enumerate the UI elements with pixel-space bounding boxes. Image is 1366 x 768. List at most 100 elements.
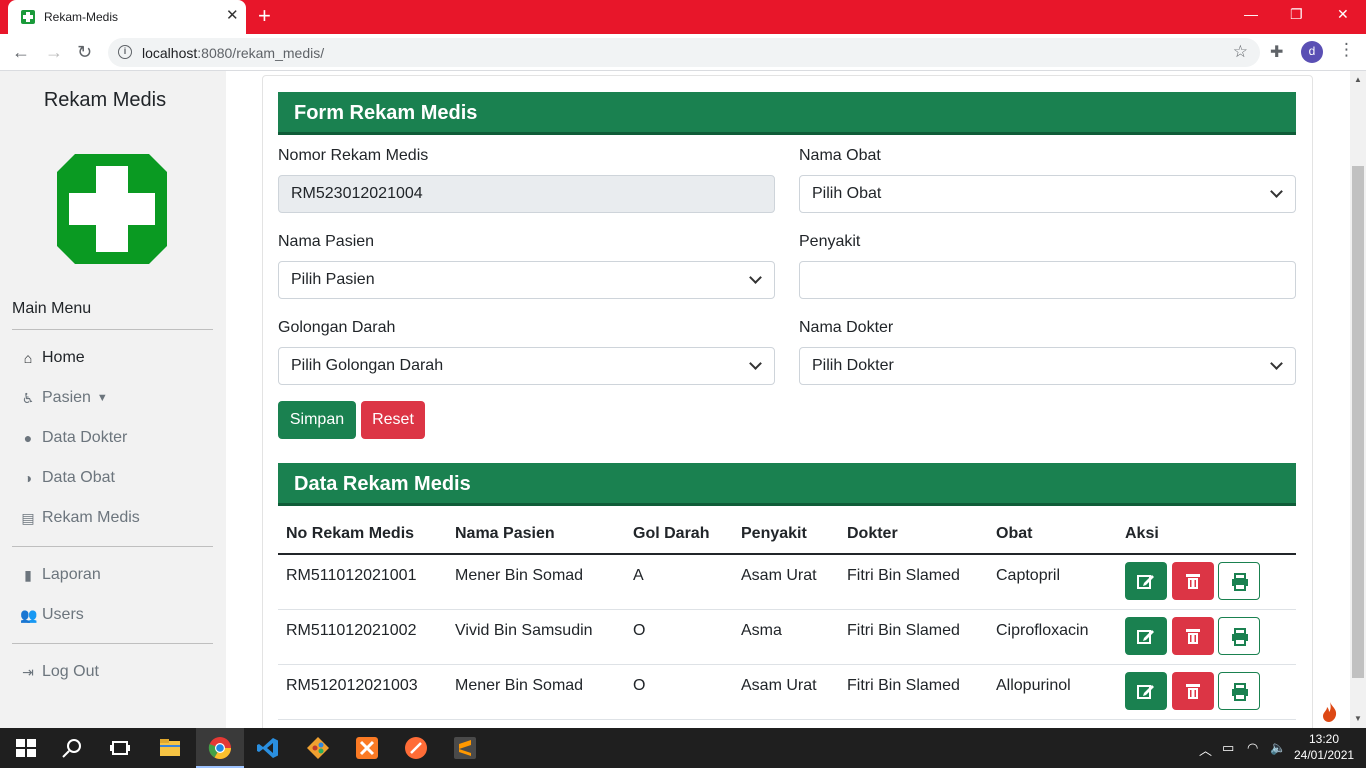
page-scrollbar[interactable]: ▲ ▼ — [1350, 71, 1366, 728]
browser-toolbar: ← → ↻ i localhost:8080/rekam_medis/ ☆ — [0, 34, 1366, 71]
sidebar-item-label: Rekam Medis — [42, 509, 140, 526]
sidebar-item-users[interactable]: 👥 Users — [20, 606, 84, 624]
column-header-dokter: Dokter — [847, 525, 898, 542]
sidebar-item-data-dokter[interactable]: ● Data Dokter — [20, 429, 128, 447]
profile-avatar[interactable]: d — [1301, 41, 1323, 63]
cell-obat: Ciprofloxacin — [996, 622, 1089, 639]
task-view-icon[interactable] — [108, 736, 132, 760]
edit-icon — [1137, 630, 1154, 644]
delete-button[interactable] — [1172, 617, 1214, 655]
medical-cross-logo — [57, 154, 167, 264]
battery-icon[interactable]: ▭ — [1222, 740, 1234, 756]
nomor-rekam-medis-field[interactable]: RM523012021004 — [278, 175, 775, 213]
sidebar: Rekam Medis Main Menu ⌂ Home ♿ Pasien ▼ … — [0, 71, 226, 728]
edit-icon — [1137, 685, 1154, 699]
sidebar-item-rekam-medis[interactable]: ▤ Rekam Medis — [20, 509, 140, 527]
codeigniter-flame-icon[interactable] — [1320, 701, 1340, 723]
nama-pasien-label: Nama Pasien — [278, 233, 375, 250]
page-viewport: Rekam Medis Main Menu ⌂ Home ♿ Pasien ▼ … — [0, 71, 1350, 728]
bookmark-star-icon[interactable]: ☆ — [1233, 42, 1248, 62]
scroll-up-arrow-icon[interactable]: ▲ — [1354, 75, 1362, 84]
cell-penyakit: Asam Urat — [741, 567, 817, 584]
sidebar-item-pasien[interactable]: ♿ Pasien ▼ — [20, 389, 108, 407]
edit-button[interactable] — [1125, 617, 1167, 655]
windows-start-icon[interactable] — [14, 736, 38, 760]
sidebar-item-data-obat[interactable]: ◑ Data Obat — [20, 469, 115, 487]
simpan-button[interactable]: Simpan — [278, 401, 356, 439]
sidebar-item-label: Data Obat — [42, 469, 115, 486]
vscode-icon[interactable] — [256, 736, 280, 760]
trash-icon — [1186, 574, 1200, 589]
user-doctor-icon: ● — [23, 430, 33, 446]
edit-button[interactable] — [1125, 562, 1167, 600]
forward-icon[interactable]: → — [45, 41, 63, 63]
print-button[interactable] — [1218, 562, 1260, 600]
sidebar-item-label: Log Out — [42, 663, 99, 680]
site-info-icon[interactable]: i — [118, 45, 132, 59]
reset-button[interactable]: Reset — [361, 401, 425, 439]
scrollbar-thumb[interactable] — [1352, 166, 1364, 678]
file-icon: ▮ — [24, 566, 32, 583]
table-header-divider — [278, 553, 1296, 555]
sidebar-item-home[interactable]: ⌂ Home — [20, 349, 85, 367]
home-icon: ⌂ — [23, 350, 33, 366]
penyakit-field[interactable] — [799, 261, 1296, 299]
close-tab-icon[interactable]: ✕ — [226, 7, 239, 25]
golongan-darah-select[interactable]: Pilih Golongan Darah — [278, 347, 775, 385]
cell-nama-pasien: Mener Bin Somad — [455, 677, 584, 694]
cell-no-rekam-medis: RM512012021003 — [286, 677, 418, 694]
sublime-text-icon[interactable] — [453, 736, 477, 760]
new-tab-icon[interactable]: + — [258, 3, 271, 29]
chevron-down-icon — [749, 271, 762, 284]
scroll-down-arrow-icon[interactable]: ▼ — [1354, 714, 1362, 723]
edit-button[interactable] — [1125, 672, 1167, 710]
extensions-puzzle-icon[interactable]: ✚ — [1270, 42, 1283, 62]
delete-button[interactable] — [1172, 562, 1214, 600]
golongan-darah-selected: Pilih Golongan Darah — [291, 357, 444, 374]
chevron-down-icon — [749, 357, 762, 370]
print-button[interactable] — [1218, 617, 1260, 655]
sidebar-item-label: Laporan — [42, 566, 101, 583]
minimize-icon[interactable]: — — [1244, 4, 1258, 24]
search-icon[interactable] — [60, 736, 84, 760]
nama-dokter-select[interactable]: Pilih Dokter — [799, 347, 1296, 385]
sidebar-item-label: Pasien — [42, 389, 91, 406]
user-injured-icon: ♿ — [21, 389, 35, 406]
golongan-darah-label: Golongan Darah — [278, 319, 396, 336]
file-explorer-icon[interactable] — [158, 736, 182, 760]
browser-menu-icon[interactable]: ⋮ — [1338, 40, 1355, 60]
nama-pasien-select[interactable]: Pilih Pasien — [278, 261, 775, 299]
delete-button[interactable] — [1172, 672, 1214, 710]
restore-icon[interactable]: ❐ — [1290, 4, 1303, 24]
system-clock[interactable]: 13:20 24/01/2021 — [1294, 731, 1354, 763]
tray-chevron-icon[interactable]: ︿ — [1199, 740, 1212, 759]
sidebar-item-log-out[interactable]: ⇥ Log Out — [20, 663, 99, 681]
tab-title: Rekam-Medis — [44, 10, 119, 24]
print-icon — [1232, 573, 1248, 591]
volume-icon[interactable]: 🔈 — [1270, 740, 1286, 756]
trash-icon — [1186, 684, 1200, 699]
print-button[interactable] — [1218, 672, 1260, 710]
column-header-obat: Obat — [996, 525, 1033, 542]
nama-dokter-selected: Pilih Dokter — [812, 357, 894, 374]
git-tool-icon[interactable] — [306, 736, 330, 760]
chrome-icon[interactable] — [208, 736, 232, 760]
postman-icon[interactable] — [404, 736, 428, 760]
form-section-header: Form Rekam Medis — [278, 92, 1296, 135]
edit-icon — [1137, 575, 1154, 589]
back-icon[interactable]: ← — [12, 41, 30, 63]
browser-tab[interactable]: Rekam-Medis ✕ — [8, 0, 246, 34]
nama-obat-select[interactable]: Pilih Obat — [799, 175, 1296, 213]
reload-icon[interactable]: ↻ — [77, 41, 92, 63]
chevron-down-icon — [1270, 185, 1283, 198]
sidebar-item-laporan[interactable]: ▮ Laporan — [20, 566, 101, 584]
window-close-icon[interactable]: ✕ — [1337, 4, 1349, 24]
cell-obat: Allopurinol — [996, 677, 1071, 694]
file-medical-icon: ▤ — [21, 509, 35, 526]
clock-date: 24/01/2021 — [1294, 748, 1355, 762]
main-menu-heading: Main Menu — [12, 300, 92, 317]
address-bar[interactable]: i localhost:8080/rekam_medis/ ☆ — [108, 38, 1260, 67]
xampp-icon[interactable] — [355, 736, 379, 760]
wifi-icon[interactable]: ◠ — [1247, 740, 1258, 756]
table-row-divider — [278, 664, 1296, 665]
